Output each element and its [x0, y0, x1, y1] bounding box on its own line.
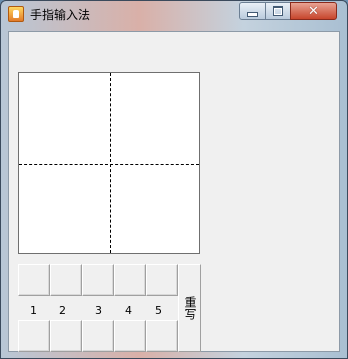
candidate-number-5: 5: [155, 304, 162, 317]
handwriting-canvas[interactable]: [18, 72, 200, 254]
candidate-bottom-2[interactable]: [50, 320, 82, 352]
candidate-number-2: 2: [59, 304, 66, 317]
client-area: 1 2 3 4 5 重写: [8, 31, 340, 352]
maximize-icon: [273, 6, 283, 16]
rewrite-button[interactable]: 重写: [178, 264, 201, 352]
candidate-number-1: 1: [30, 304, 37, 317]
candidate-number-4: 4: [125, 304, 132, 317]
candidate-top-4[interactable]: [114, 264, 146, 296]
candidate-bottom-1[interactable]: [18, 320, 50, 352]
candidate-bottom-4[interactable]: [114, 320, 146, 352]
candidate-bottom-5[interactable]: [146, 320, 178, 352]
minimize-icon: [247, 11, 258, 17]
app-icon[interactable]: [8, 6, 24, 22]
candidate-top-2[interactable]: [50, 264, 82, 296]
vertical-guide-line: [110, 73, 111, 253]
maximize-button[interactable]: [265, 2, 291, 20]
candidate-top-1[interactable]: [18, 264, 50, 296]
horizontal-guide-line: [19, 164, 199, 165]
app-window: 手指输入法 ✕ 1 2 3 4 5 重写: [0, 0, 348, 359]
close-button[interactable]: ✕: [290, 2, 337, 20]
window-title: 手指输入法: [30, 8, 91, 22]
candidate-top-5[interactable]: [146, 264, 178, 296]
candidate-bottom-3[interactable]: [82, 320, 114, 352]
title-bar[interactable]: 手指输入法 ✕: [1, 1, 347, 27]
minimize-button[interactable]: [239, 2, 266, 20]
close-icon: ✕: [308, 3, 319, 19]
candidate-top-3[interactable]: [82, 264, 114, 296]
candidate-number-3: 3: [95, 304, 102, 317]
